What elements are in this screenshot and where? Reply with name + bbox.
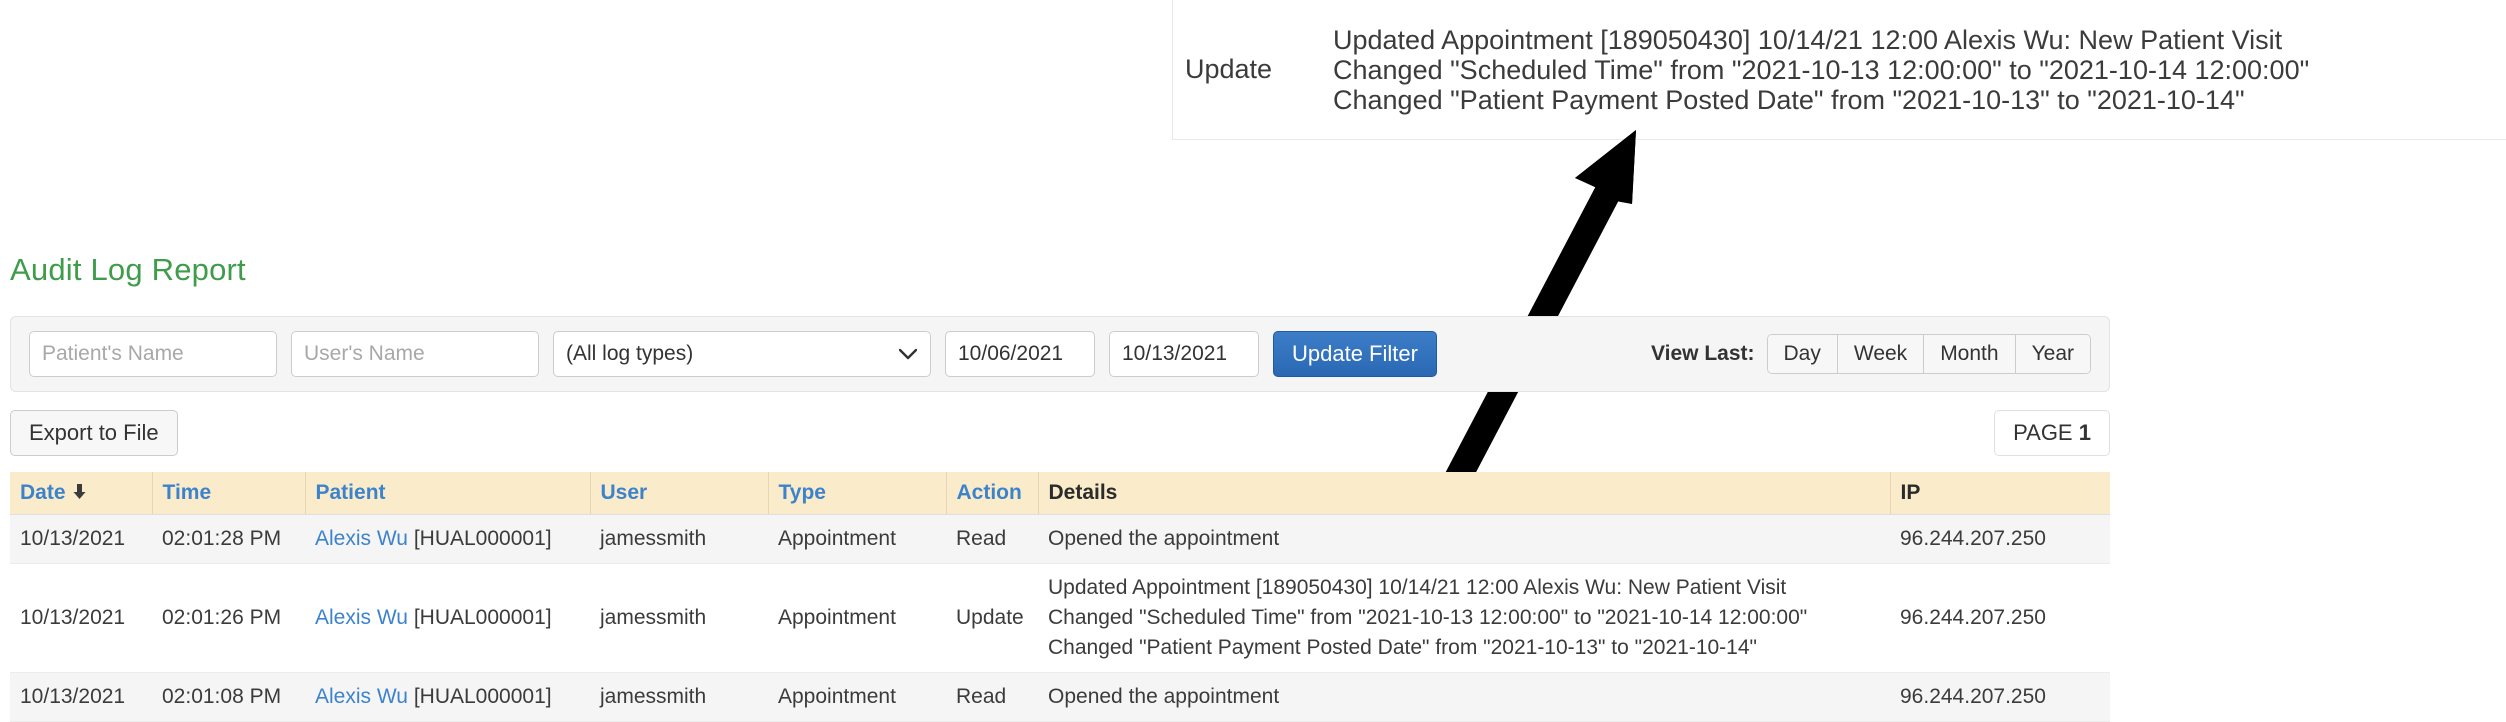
page-title: Audit Log Report — [10, 252, 246, 287]
cell-details: Updated Appointment [189050430] 10/14/21… — [1038, 563, 1890, 673]
patient-link[interactable]: Alexis Wu — [315, 527, 408, 550]
page-indicator-number: 1 — [2078, 420, 2091, 445]
view-last-day-button[interactable]: Day — [1767, 335, 1838, 373]
update-filter-button[interactable]: Update Filter — [1273, 331, 1437, 377]
date-to-input[interactable] — [1109, 331, 1259, 377]
column-header-user[interactable]: User — [590, 472, 769, 515]
table-header-row: Date Time Patient User Type Action Detai… — [10, 472, 2110, 515]
page-indicator[interactable]: PAGE 1 — [1994, 410, 2110, 456]
table-row[interactable]: 10/13/2021 02:01:26 PM Alexis Wu [HUAL00… — [10, 563, 2110, 673]
callout-action-label: Update — [1185, 54, 1273, 84]
table-row[interactable]: 10/13/2021 02:01:28 PM Alexis Wu [HUAL00… — [10, 514, 2110, 564]
filter-bar: Update Filter View Last: Day Week Month … — [10, 316, 2110, 392]
page-indicator-label: PAGE — [2013, 420, 2073, 445]
callout-details-line: Changed "Patient Payment Posted Date" fr… — [1333, 84, 2245, 115]
cell-patient: Alexis Wu [HUAL000001] — [305, 563, 590, 673]
details-line: Updated Appointment [189050430] 10/14/21… — [1048, 576, 1787, 599]
log-type-select[interactable] — [553, 331, 931, 377]
cell-date: 10/13/2021 — [10, 563, 152, 673]
cell-type: Appointment — [768, 563, 946, 673]
cell-date: 10/13/2021 — [10, 672, 152, 722]
view-last-label: View Last: — [1651, 342, 1755, 365]
patient-name-input[interactable] — [29, 331, 277, 377]
audit-log-report: Audit Log Report Update Filter View Last… — [0, 252, 2120, 722]
callout-details-line: Changed "Scheduled Time" from "2021-10-1… — [1333, 54, 2310, 85]
column-header-type[interactable]: Type — [768, 472, 947, 515]
cell-ip: 96.244.207.250 — [1890, 672, 2110, 722]
column-header-ip: IP — [1890, 472, 2110, 515]
cell-time: 02:01:26 PM — [152, 563, 305, 673]
table-body: 10/13/2021 02:01:28 PM Alexis Wu [HUAL00… — [10, 514, 2110, 722]
details-line: Opened the appointment — [1048, 527, 1280, 550]
view-last-group: View Last: Day Week Month Year — [1651, 334, 2091, 374]
cell-time: 02:01:28 PM — [152, 514, 305, 564]
patient-link[interactable]: Alexis Wu — [315, 606, 408, 629]
cell-user: jamessmith — [590, 563, 768, 673]
table-action-row: Export to File PAGE 1 — [10, 410, 2110, 456]
patient-id: [HUAL000001] — [413, 606, 552, 629]
cell-details: Opened the appointment — [1038, 672, 1890, 722]
cell-details: Opened the appointment — [1038, 514, 1890, 564]
cell-type: Appointment — [768, 514, 946, 564]
column-header-date[interactable]: Date — [10, 472, 153, 515]
details-line: Changed "Scheduled Time" from "2021-10-1… — [1048, 606, 1808, 629]
view-last-button-group: Day Week Month Year — [1766, 334, 2091, 374]
column-header-action[interactable]: Action — [946, 472, 1039, 515]
date-from-input[interactable] — [945, 331, 1095, 377]
cell-user: jamessmith — [590, 514, 768, 564]
column-header-details: Details — [1038, 472, 1891, 515]
cell-patient: Alexis Wu [HUAL000001] — [305, 672, 590, 722]
view-last-week-button[interactable]: Week — [1837, 335, 1925, 373]
sort-desc-icon — [73, 484, 86, 499]
column-header-time[interactable]: Time — [152, 472, 306, 515]
view-last-month-button[interactable]: Month — [1924, 335, 2016, 373]
cell-date: 10/13/2021 — [10, 514, 152, 564]
log-type-select-wrapper — [553, 331, 931, 377]
export-to-file-button[interactable]: Export to File — [10, 410, 178, 456]
patient-name-field-wrapper — [29, 331, 277, 377]
cell-action: Update — [946, 563, 1038, 673]
cell-patient: Alexis Wu [HUAL000001] — [305, 514, 590, 564]
view-last-year-button[interactable]: Year — [2015, 335, 2090, 373]
audit-log-table: Date Time Patient User Type Action Detai… — [10, 472, 2110, 722]
details-line: Opened the appointment — [1048, 685, 1280, 708]
patient-link[interactable]: Alexis Wu — [315, 685, 408, 708]
details-line: Changed "Patient Payment Posted Date" fr… — [1048, 636, 1757, 659]
callout-details-text: Updated Appointment [189050430] 10/14/21… — [1333, 25, 2506, 115]
column-header-patient[interactable]: Patient — [305, 472, 591, 515]
cell-action: Read — [946, 672, 1038, 722]
table-row[interactable]: 10/13/2021 02:01:08 PM Alexis Wu [HUAL00… — [10, 672, 2110, 722]
cell-action: Read — [946, 514, 1038, 564]
column-header-date-label: Date — [20, 481, 66, 504]
patient-id: [HUAL000001] — [413, 527, 552, 550]
cell-ip: 96.244.207.250 — [1890, 514, 2110, 564]
cell-type: Appointment — [768, 672, 946, 722]
cell-time: 02:01:08 PM — [152, 672, 305, 722]
cell-ip: 96.244.207.250 — [1890, 563, 2110, 673]
cell-user: jamessmith — [590, 672, 768, 722]
callout-details-line: Updated Appointment [189050430] 10/14/21… — [1333, 24, 2283, 55]
user-name-input[interactable] — [291, 331, 539, 377]
patient-id: [HUAL000001] — [413, 685, 552, 708]
zoom-callout-panel: Update Updated Appointment [189050430] 1… — [1172, 0, 2506, 140]
